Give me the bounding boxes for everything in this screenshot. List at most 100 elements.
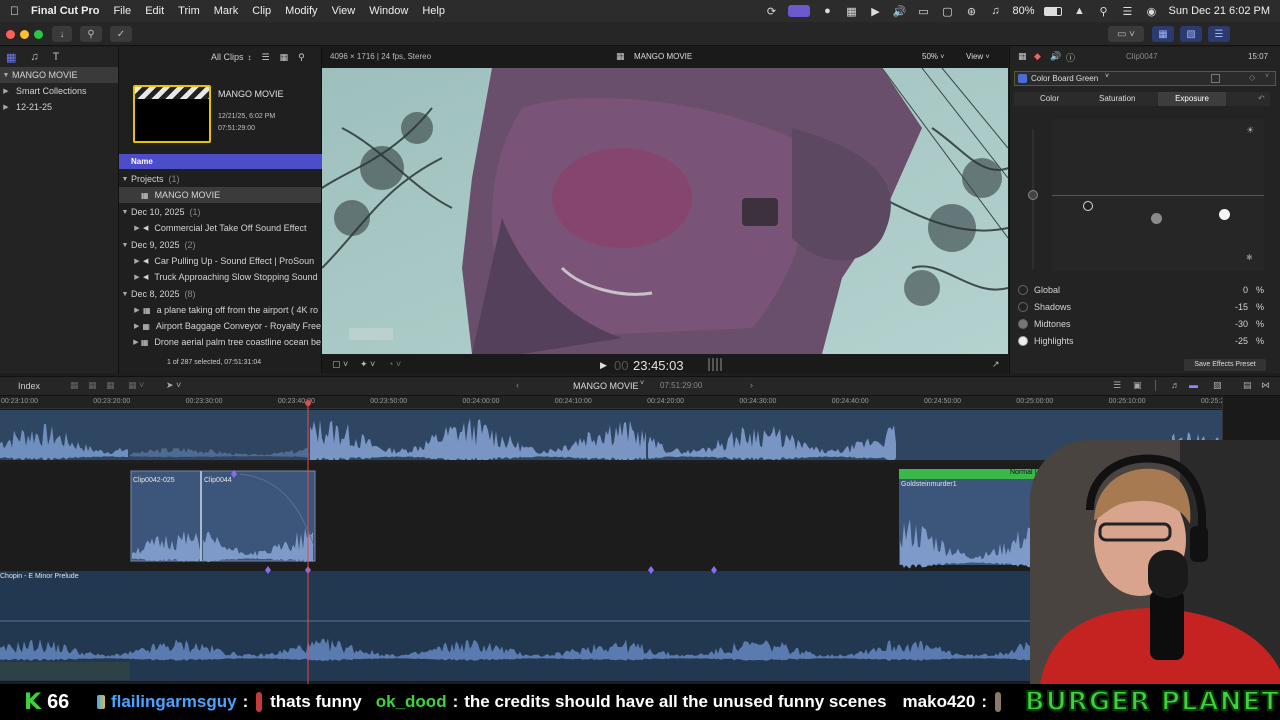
param-keyframe-icon[interactable] — [1018, 336, 1028, 346]
global-puck[interactable] — [1028, 190, 1038, 200]
browser-layout-button[interactable]: ▦ — [1152, 26, 1174, 42]
tab-color[interactable]: Color — [1040, 94, 1059, 103]
param-value[interactable]: -30 — [1235, 319, 1248, 329]
zoom-to-fit-icon[interactable]: ▣ — [1133, 380, 1142, 391]
titles-icon[interactable]: T — [53, 51, 60, 63]
disclosure-triangle-icon[interactable]: ▼ — [0, 72, 12, 79]
volume-icon[interactable]: 🔊 — [892, 4, 907, 18]
menu-clip[interactable]: Clip — [252, 5, 271, 17]
disclosure-triangle-icon[interactable]: ▶ — [131, 224, 143, 232]
effect-mask-icon[interactable] — [1211, 74, 1220, 83]
minimize-window-button[interactable] — [20, 30, 29, 39]
tab-exposure[interactable]: Exposure — [1158, 92, 1226, 106]
menu-clock[interactable]: Sun Dec 21 6:02 PM — [1168, 5, 1270, 17]
list-item[interactable]: ▶ ▦ a plane taking off from the airport … — [119, 302, 321, 318]
keyword-button[interactable]: ⚲ — [80, 26, 102, 42]
shadows-puck[interactable] — [1083, 201, 1093, 211]
param-value[interactable]: -15 — [1235, 302, 1248, 312]
bluetooth-icon[interactable]: ⊛ — [964, 4, 978, 18]
connect-clip-icon[interactable]: ▦ — [70, 380, 79, 391]
list-view-icon[interactable]: ☰ — [262, 52, 270, 63]
audio-skimming-icon[interactable]: ♬ — [1171, 380, 1180, 390]
skimming-icon[interactable]: │ — [1153, 380, 1159, 390]
video-inspector-icon[interactable]: ▦ — [1018, 51, 1027, 62]
audio-lanes-icon[interactable]: ☰ — [1113, 380, 1121, 391]
snapping-icon[interactable]: ▧ — [1213, 380, 1222, 391]
list-item[interactable]: ▶ ▦ Airport Baggage Conveyor - Royalty F… — [119, 318, 321, 334]
sync-icon[interactable]: ⟳ — [764, 4, 778, 18]
library-item-smart-collections[interactable]: ▶ Smart Collections — [0, 83, 118, 99]
disclosure-triangle-icon[interactable]: ▼ — [119, 291, 131, 298]
list-item[interactable]: ▶ ▦ Drone aerial palm tree coastline oce… — [119, 334, 321, 350]
reset-icon[interactable]: ↶ — [1258, 94, 1265, 103]
libraries-icon[interactable]: ▦ — [6, 51, 16, 64]
select-tool-icon[interactable]: ➤ ˅ — [166, 380, 181, 391]
audio-inspector-icon[interactable]: 🔊 — [1050, 51, 1061, 62]
speed-icon[interactable]: ◔ ˅ — [388, 359, 401, 369]
timeline-layout-button[interactable]: ▧ — [1180, 26, 1202, 42]
video-frame[interactable] — [322, 68, 1008, 354]
screen-record-icon[interactable] — [788, 5, 811, 17]
chevron-updown-icon[interactable]: ↕ — [248, 53, 252, 62]
param-keyframe-icon[interactable] — [1018, 302, 1028, 312]
search-icon[interactable]: ⚲ — [1096, 4, 1110, 18]
disclosure-triangle-icon[interactable]: ▶ — [131, 306, 143, 314]
fullscreen-icon[interactable]: ↗ — [992, 359, 1000, 370]
menu-edit[interactable]: Edit — [145, 5, 164, 17]
menu-view[interactable]: View — [332, 5, 356, 17]
disclosure-triangle-icon[interactable]: ▶ — [131, 257, 143, 265]
clip-appearance-icon[interactable]: ▦ — [280, 52, 289, 63]
effect-checkbox[interactable] — [1018, 74, 1027, 83]
menu-help[interactable]: Help — [422, 5, 445, 17]
tab-saturation[interactable]: Saturation — [1099, 94, 1135, 103]
append-clip-icon[interactable]: ▦ — [106, 380, 115, 391]
filter-dropdown[interactable]: All Clips — [211, 52, 244, 62]
disclosure-triangle-icon[interactable]: ▶ — [0, 103, 12, 111]
view-menu[interactable]: View ˅ — [966, 52, 990, 61]
wifi-icon[interactable]: ▲ — [1072, 4, 1086, 18]
list-item[interactable]: ▦ MANGO MOVIE — [119, 187, 321, 203]
param-value[interactable]: 0 — [1243, 285, 1248, 295]
disclosure-triangle-icon[interactable]: ▶ — [131, 273, 143, 281]
play-circle-icon[interactable]: ▶ — [868, 4, 882, 18]
library-item-event[interactable]: ▶ 12-21-25 — [0, 99, 118, 115]
window-icon[interactable]: ▭ — [916, 4, 930, 18]
menu-modify[interactable]: Modify — [285, 5, 317, 17]
param-keyframe-icon[interactable] — [1018, 285, 1028, 295]
group-header-dec10[interactable]: ▼ Dec 10, 2025 (1) — [119, 204, 321, 220]
effect-selector[interactable]: Color Board Green ˅ ◇ ˅ — [1014, 71, 1276, 86]
siri-icon[interactable]: ◉ — [1144, 4, 1158, 18]
transform-icon[interactable]: ✦ ˅ — [360, 359, 375, 370]
effect-menu-icon[interactable]: ˅ — [1265, 73, 1269, 80]
list-item[interactable]: ▶ ◀ Truck Approaching Slow Stopping Soun… — [119, 269, 321, 285]
param-keyframe-icon[interactable] — [1018, 319, 1028, 329]
group-header-projects[interactable]: ▼ Projects (1) — [119, 171, 321, 187]
list-item[interactable]: ▶ ◀ Car Pulling Up - Sound Effect | ProS… — [119, 253, 321, 269]
zoom-window-button[interactable] — [34, 30, 43, 39]
library-item-mango-movie[interactable]: ▼ MANGO MOVIE — [0, 67, 118, 83]
display-icon[interactable]: ▢ — [940, 4, 954, 18]
battery-icon[interactable] — [1044, 6, 1063, 16]
view-options-icon[interactable]: ▢ ˅ — [332, 359, 348, 370]
grid-icon[interactable]: ▦ — [844, 4, 858, 18]
insert-clip-icon[interactable]: ▦ — [88, 380, 97, 391]
highlights-puck[interactable] — [1219, 209, 1230, 220]
zoom-dropdown[interactable]: 50% ˅ — [922, 52, 944, 61]
name-column-header[interactable]: Name — [119, 154, 322, 169]
group-header-dec8[interactable]: ▼ Dec 8, 2025 (8) — [119, 286, 321, 302]
import-button[interactable]: ↓ — [52, 26, 72, 42]
solo-icon[interactable]: ▬ — [1189, 380, 1198, 390]
info-icon[interactable]: ⓘ — [1066, 51, 1075, 64]
menu-mark[interactable]: Mark — [214, 5, 238, 17]
inspector-layout-button[interactable]: ☰ — [1208, 26, 1230, 42]
disclosure-triangle-icon[interactable]: ▶ — [0, 87, 12, 95]
exposure-board[interactable]: ☀ ✱ — [1052, 119, 1264, 271]
project-thumbnail[interactable] — [133, 85, 211, 143]
apple-icon[interactable]:  — [10, 4, 19, 18]
list-item[interactable]: ▶ ◀ Commercial Jet Take Off Sound Effect — [119, 220, 321, 236]
menu-file[interactable]: File — [113, 5, 131, 17]
menu-window[interactable]: Window — [369, 5, 408, 17]
effects-browser-icon[interactable]: ⋈ — [1261, 380, 1270, 391]
param-value[interactable]: -25 — [1235, 336, 1248, 346]
timeline-project-name[interactable]: MANGO MOVIE — [573, 381, 639, 391]
